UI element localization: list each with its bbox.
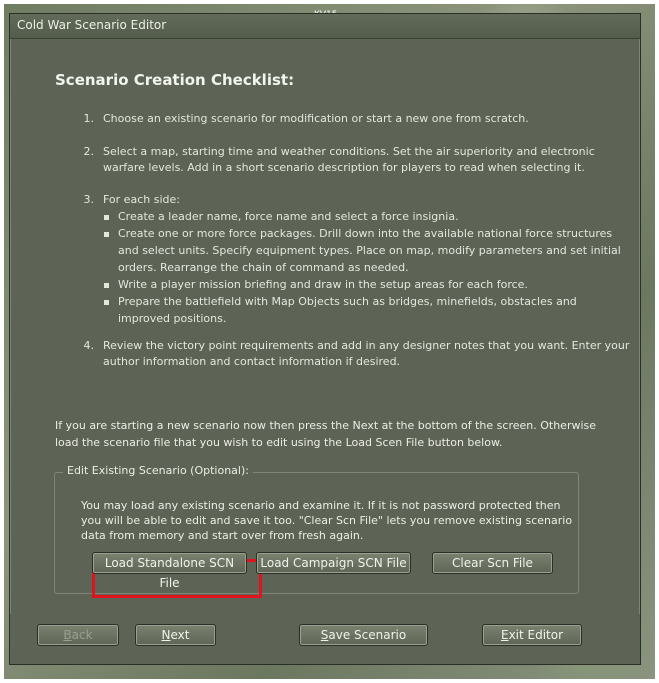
intro-text: If you are starting a new scenario now t… — [55, 419, 597, 449]
editor-window: Cold War Scenario Editor Scenario Creati… — [9, 13, 641, 616]
edit-existing-description: You may load any existing scenario and e… — [81, 499, 573, 542]
back-button[interactable]: Back — [37, 624, 119, 646]
load-standalone-scn-button[interactable]: Load Standalone SCN File — [92, 552, 247, 590]
checklist-title: Scenario Creation Checklist: — [55, 71, 295, 89]
window-title: Cold War Scenario Editor — [17, 18, 167, 32]
clear-scn-file-button[interactable]: Clear Scn File — [432, 552, 553, 574]
bottom-nav-bar: Back Next Save Scenario Exit Editor — [9, 614, 641, 665]
edit-existing-title: Edit Existing Scenario (Optional): — [63, 464, 253, 477]
bullet-marker — [104, 300, 109, 305]
bullet-marker — [104, 232, 109, 237]
exit-editor-button[interactable]: Exit Editor — [482, 624, 582, 646]
bullet-marker — [104, 283, 109, 288]
title-bar: Cold War Scenario Editor — [10, 14, 640, 39]
bullet-marker — [104, 215, 109, 220]
next-button[interactable]: Next — [135, 624, 216, 646]
load-campaign-scn-button[interactable]: Load Campaign SCN File — [256, 552, 411, 574]
save-scenario-button[interactable]: Save Scenario — [299, 624, 428, 646]
